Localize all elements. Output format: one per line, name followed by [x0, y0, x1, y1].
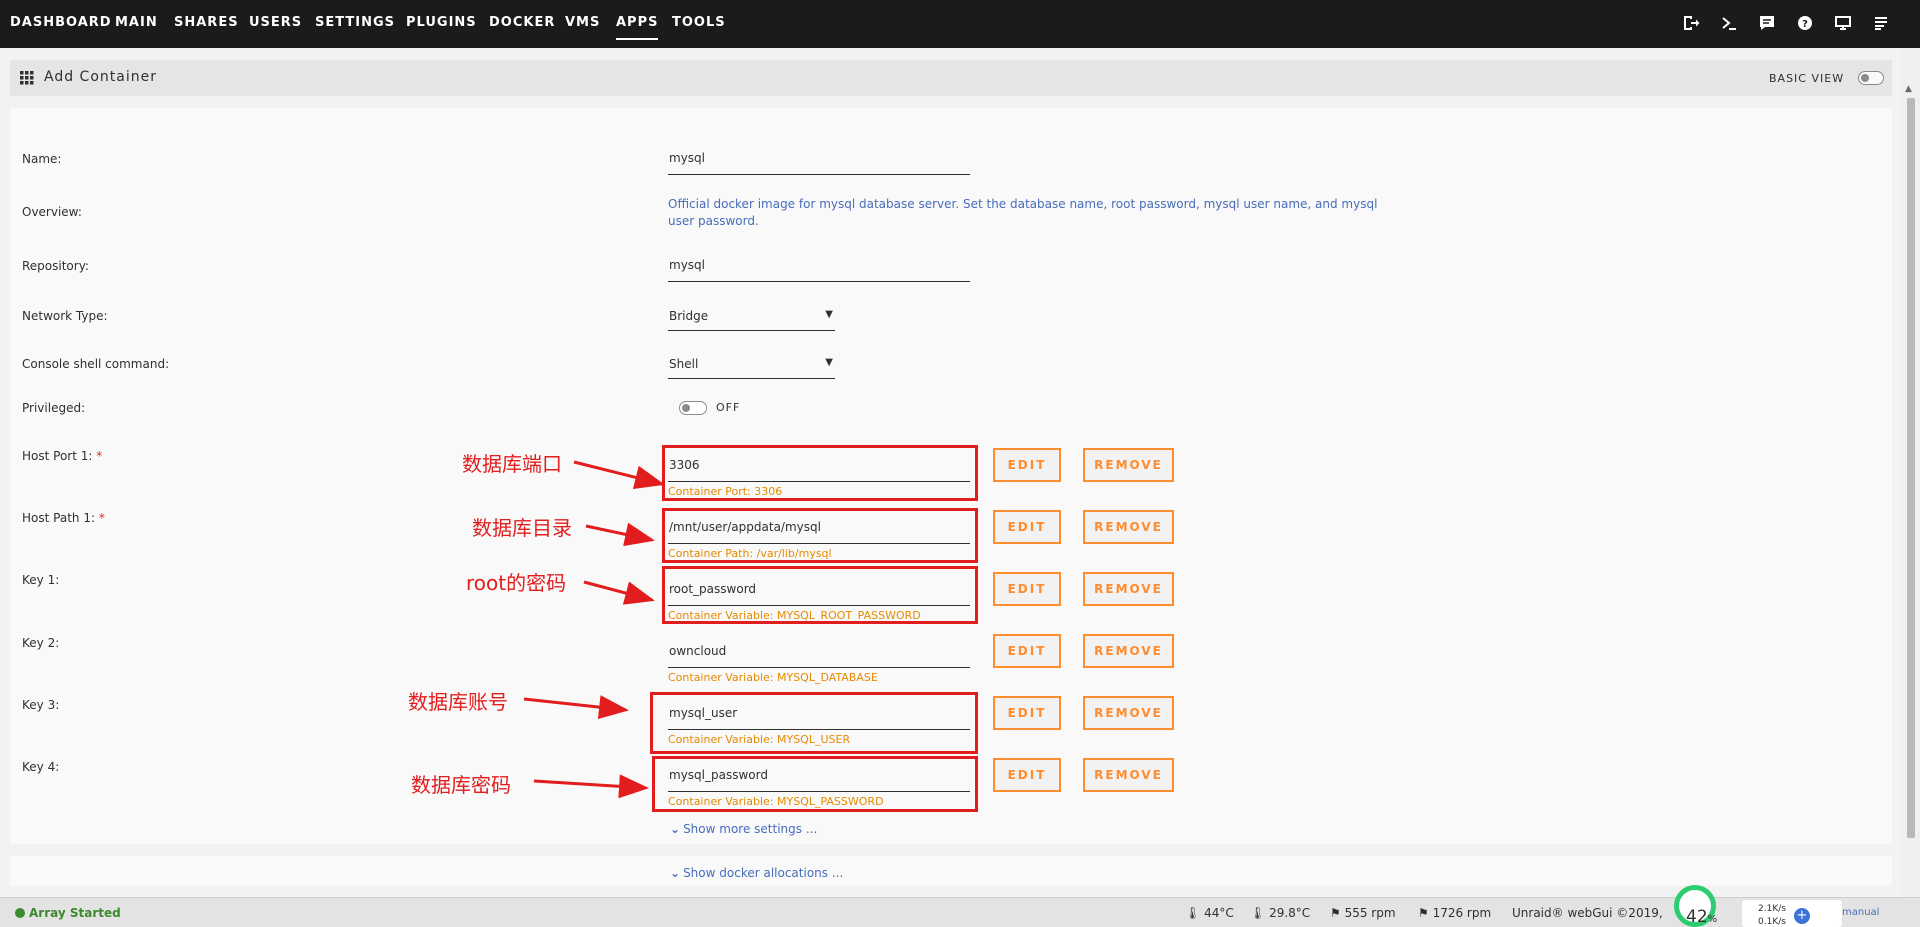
network-type-label: Network Type:	[22, 309, 108, 323]
terminal-icon[interactable]	[1720, 14, 1738, 32]
overview-label: Overview:	[22, 205, 82, 219]
mb-temp: 🌡 29.8°C	[1250, 906, 1311, 920]
basic-view-toggle[interactable]	[1858, 71, 1884, 85]
tab-settings[interactable]: SETTINGS	[315, 15, 395, 30]
privileged-toggle[interactable]	[679, 401, 707, 415]
dropdown-arrow-icon: ▼	[825, 309, 833, 320]
key-1-remove-button[interactable]: REMOVE	[1083, 572, 1174, 606]
svg-text:?: ?	[1802, 19, 1808, 30]
console-shell-select[interactable]: Shell ▼	[668, 357, 835, 379]
play-status-icon	[15, 908, 25, 918]
log-icon[interactable]	[1872, 14, 1890, 32]
logout-icon[interactable]	[1682, 14, 1700, 32]
annotation-box-user	[650, 692, 978, 754]
required-marker: *	[98, 511, 105, 525]
key-2-hint: Container Variable: MYSQL_DATABASE	[668, 671, 878, 684]
upload-speed: 2.1K/s	[1758, 904, 1786, 914]
name-input[interactable]: mysql	[668, 151, 970, 175]
annotation-db-port: 数据库端口	[462, 452, 562, 476]
key-2-input[interactable]: owncloud	[668, 644, 970, 668]
docker-allocations-panel	[10, 856, 1892, 886]
network-type-value: Bridge	[669, 309, 709, 323]
overview-text: Official docker image for mysql database…	[668, 197, 1378, 228]
key-3-edit-button[interactable]: EDIT	[993, 696, 1061, 730]
host-path-1-edit-button[interactable]: EDIT	[993, 510, 1061, 544]
cpu-temp: 🌡 44°C	[1185, 906, 1234, 920]
top-navigation: DASHBOARD MAIN SHARES USERS SETTINGS PLU…	[0, 0, 1920, 48]
feedback-icon[interactable]	[1758, 14, 1776, 32]
tab-shares[interactable]: SHARES	[174, 15, 239, 30]
host-port-1-remove-button[interactable]: REMOVE	[1083, 448, 1174, 482]
host-port-1-label: Host Port 1: *	[22, 449, 103, 463]
speed-panel	[1742, 900, 1842, 927]
console-shell-label: Console shell command:	[22, 357, 170, 371]
annotation-box-root-password	[662, 566, 978, 624]
apps-grid-icon	[20, 70, 34, 85]
scroll-up-icon[interactable]: ▲	[1905, 84, 1912, 94]
tab-users[interactable]: USERS	[249, 15, 302, 30]
tab-main[interactable]: MAIN	[115, 15, 158, 30]
copyright-text: Unraid® webGui ©2019,	[1512, 906, 1663, 920]
tab-apps[interactable]: APPS	[616, 15, 659, 40]
repository-label: Repository:	[22, 259, 89, 273]
vertical-scrollbar[interactable]: ▲	[1901, 48, 1920, 897]
tab-vms[interactable]: VMS	[565, 15, 600, 30]
help-icon[interactable]: ?	[1796, 14, 1814, 32]
network-speed-widget[interactable]: 42% 2.1K/s 0.1K/s +	[1670, 880, 1910, 927]
key-4-edit-button[interactable]: EDIT	[993, 758, 1061, 792]
page-title: Add Container	[44, 69, 157, 85]
page-title-bar: Add Container BASIC VIEW	[10, 60, 1892, 96]
key-2-label: Key 2:	[22, 636, 60, 650]
chevron-down-icon: ⌄	[670, 822, 681, 836]
repository-input[interactable]: mysql	[668, 258, 970, 282]
tab-docker[interactable]: DOCKER	[489, 15, 555, 30]
key-3-label: Key 3:	[22, 698, 60, 712]
tab-tools[interactable]: TOOLS	[672, 15, 726, 30]
annotation-db-account: 数据库账号	[408, 690, 508, 714]
annotation-root-password: root的密码	[466, 571, 567, 595]
annotation-db-directory: 数据库目录	[472, 516, 572, 540]
fan-1-speed: ⚑ 555 rpm	[1330, 906, 1396, 920]
fan-2-speed: ⚑ 1726 rpm	[1418, 906, 1492, 920]
basic-view-label: BASIC VIEW	[1769, 72, 1845, 85]
network-type-select[interactable]: Bridge ▼	[668, 309, 835, 331]
key-1-label: Key 1:	[22, 573, 60, 587]
show-more-settings-link[interactable]: ⌄ Show more settings ...	[670, 822, 817, 836]
console-shell-value: Shell	[669, 357, 699, 371]
key-2-edit-button[interactable]: EDIT	[993, 634, 1061, 668]
key-4-remove-button[interactable]: REMOVE	[1083, 758, 1174, 792]
memory-usage-percent: 42%	[1686, 907, 1718, 927]
annotation-db-password: 数据库密码	[411, 773, 511, 797]
key-1-edit-button[interactable]: EDIT	[993, 572, 1061, 606]
status-bar: Array Started 🌡 44°C 🌡 29.8°C ⚑ 555 rpm …	[0, 897, 1920, 927]
annotation-box-port	[662, 445, 978, 501]
annotation-box-path	[662, 508, 978, 563]
key-2-remove-button[interactable]: REMOVE	[1083, 634, 1174, 668]
privileged-state: OFF	[716, 401, 741, 414]
dropdown-arrow-icon: ▼	[825, 357, 833, 368]
required-marker: *	[96, 449, 103, 463]
tab-plugins[interactable]: PLUGINS	[406, 15, 477, 30]
manual-link[interactable]: manual	[1842, 907, 1879, 918]
privileged-label: Privileged:	[22, 401, 86, 415]
download-speed: 0.1K/s	[1758, 917, 1786, 927]
array-status: Array Started	[15, 906, 121, 920]
host-port-1-edit-button[interactable]: EDIT	[993, 448, 1061, 482]
key-4-label: Key 4:	[22, 760, 60, 774]
chevron-down-icon: ⌄	[670, 866, 681, 880]
monitor-icon[interactable]	[1834, 14, 1852, 32]
host-path-1-label: Host Path 1: *	[22, 511, 105, 525]
plus-icon[interactable]: +	[1794, 908, 1810, 924]
tab-dashboard[interactable]: DASHBOARD	[10, 15, 112, 30]
show-docker-allocations-link[interactable]: ⌄ Show docker allocations ...	[670, 866, 843, 880]
annotation-box-password	[652, 756, 978, 812]
key-3-remove-button[interactable]: REMOVE	[1083, 696, 1174, 730]
scrollbar-thumb[interactable]	[1907, 98, 1915, 838]
host-path-1-remove-button[interactable]: REMOVE	[1083, 510, 1174, 544]
name-label: Name:	[22, 152, 62, 166]
